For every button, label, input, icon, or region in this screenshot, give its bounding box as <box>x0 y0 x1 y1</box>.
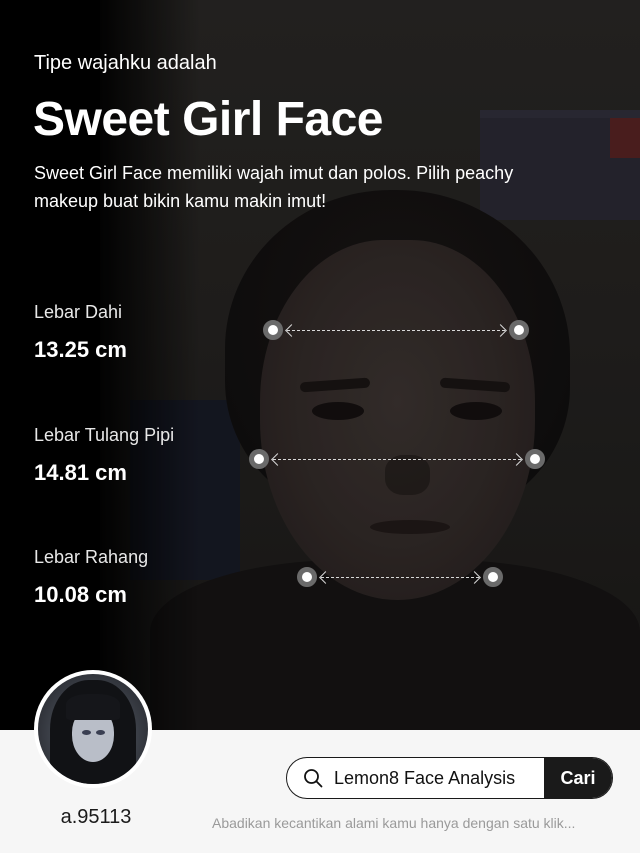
measure-point <box>297 567 317 587</box>
measure-point <box>525 449 545 469</box>
measure-point <box>509 320 529 340</box>
measure-point <box>483 567 503 587</box>
metric-label-cheekbone: Lebar Tulang Pipi <box>34 425 175 445</box>
avatar[interactable] <box>34 670 152 788</box>
search-button[interactable]: Cari <box>544 758 612 798</box>
jaw-measure-line <box>297 567 503 589</box>
measure-point <box>249 449 269 469</box>
search-bar[interactable]: Lemon8 Face Analysis Cari <box>286 757 613 799</box>
face-type-description: Sweet Girl Face memiliki wajah imut dan … <box>34 163 514 211</box>
metric-value-cheekbone: 14.81 cm <box>34 460 127 485</box>
search-icon <box>304 769 323 788</box>
forehead-measure-line <box>263 320 529 342</box>
metric-label-forehead: Lebar Dahi <box>34 302 123 322</box>
metric-value-forehead: 13.25 cm <box>34 337 127 362</box>
username[interactable]: a.95113 <box>34 806 158 829</box>
tagline: Abadikan kecantikan alami kamu hanya den… <box>212 815 576 831</box>
measure-point <box>263 320 283 340</box>
face-type-title: Sweet Girl Face <box>33 93 384 146</box>
cheekbone-measure-line <box>249 449 545 471</box>
metric-value-jaw: 10.08 cm <box>34 582 127 607</box>
metric-label-jaw: Lebar Rahang <box>34 547 149 567</box>
result-subtitle: Tipe wajahku adalah <box>34 52 217 74</box>
search-query[interactable]: Lemon8 Face Analysis <box>334 768 515 789</box>
